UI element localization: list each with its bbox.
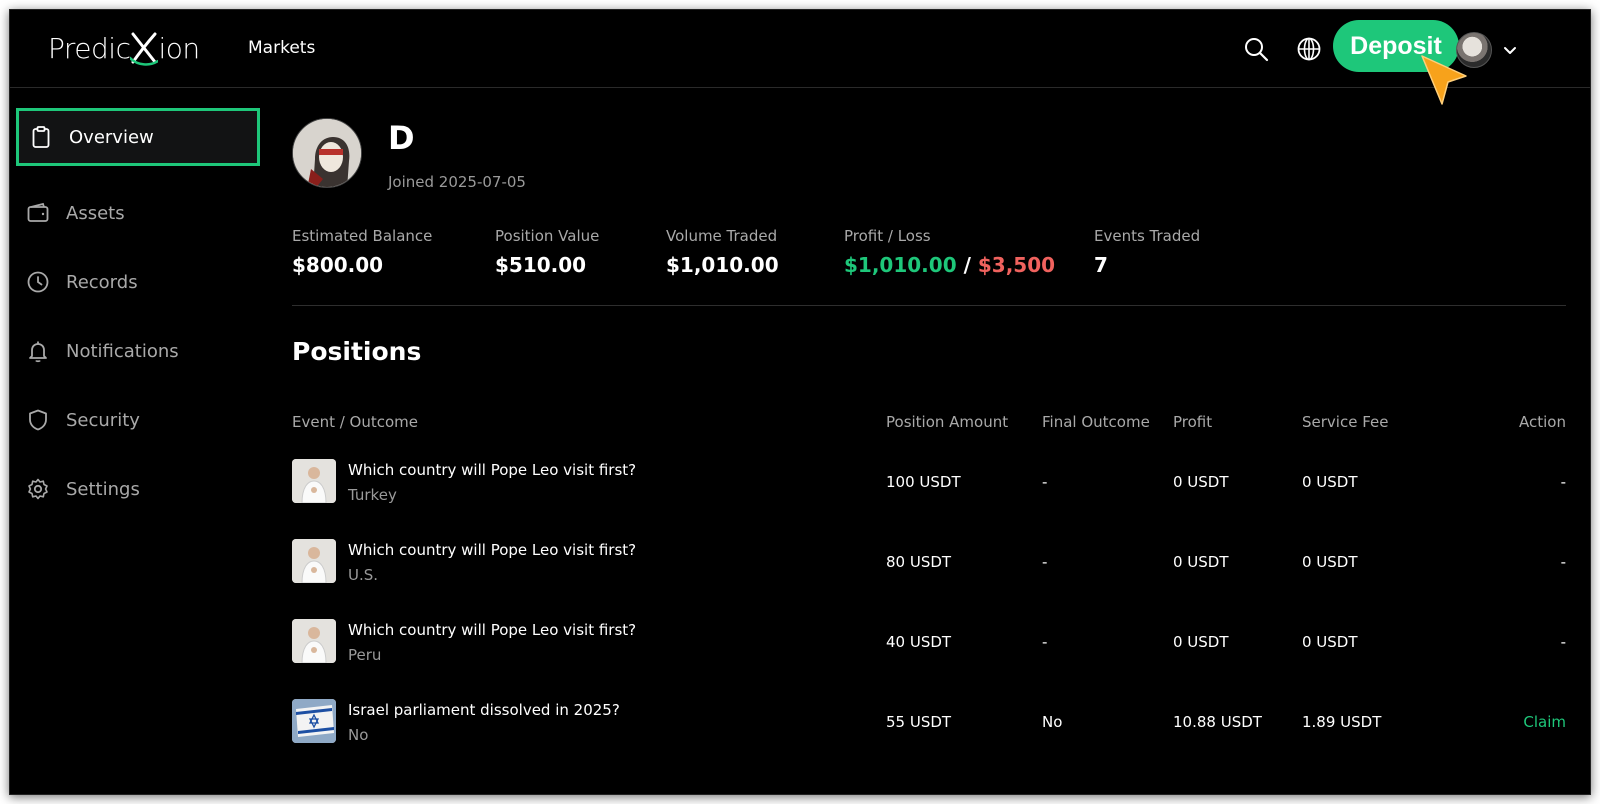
gear-icon <box>28 478 48 500</box>
stat-profit-loss: Profit / Loss $1,010.00 / $3,500 <box>844 227 1055 277</box>
joined-date: Joined 2025-07-05 <box>388 173 526 191</box>
position-amount: 100 USDT <box>886 473 961 491</box>
stat-label: Position Value <box>495 227 600 245</box>
sidebar-item-label: Assets <box>66 202 125 224</box>
event-question[interactable]: Which country will Pope Leo visit first? <box>348 541 636 559</box>
sidebar-item-label: Overview <box>69 126 154 148</box>
sidebar-item-assets[interactable]: Assets <box>16 184 260 242</box>
profit: 0 USDT <box>1173 553 1229 571</box>
action: - <box>1560 553 1566 571</box>
app-window: Predic ion Markets Deposit Overview Asse… <box>9 9 1591 795</box>
profit-value: $1,010.00 <box>844 253 957 277</box>
event-question[interactable]: Israel parliament dissolved in 2025? <box>348 701 620 719</box>
profit: 0 USDT <box>1173 633 1229 651</box>
service-fee: 0 USDT <box>1302 553 1358 571</box>
event-thumbnail-israel-flag <box>292 699 336 743</box>
logo-x-mark <box>129 28 160 68</box>
column-header-action: Action <box>1519 413 1566 431</box>
stat-value: 7 <box>1094 253 1108 277</box>
final-outcome: No <box>1042 713 1063 731</box>
stat-position-value: Position Value $510.00 <box>495 227 599 277</box>
event-thumbnail-pope <box>292 539 336 583</box>
event-question[interactable]: Which country will Pope Leo visit first? <box>348 461 636 479</box>
sidebar-item-settings[interactable]: Settings <box>16 460 260 518</box>
search-icon[interactable] <box>1243 36 1269 62</box>
bell-icon <box>29 341 47 363</box>
main-content: D Joined 2025-07-05 Estimated Balance $8… <box>292 89 1566 794</box>
final-outcome: - <box>1042 473 1048 491</box>
stat-label: Estimated Balance <box>292 227 433 245</box>
chevron-down-icon[interactable] <box>1502 42 1518 58</box>
stat-value: $1,010.00 <box>666 253 779 277</box>
event-question[interactable]: Which country will Pope Leo visit first? <box>348 621 636 639</box>
profit: 0 USDT <box>1173 473 1229 491</box>
logo-text-right: ion <box>158 31 200 65</box>
event-outcome: Turkey <box>348 486 397 504</box>
stat-value: $510.00 <box>495 253 587 277</box>
profit-loss-separator: / <box>963 253 971 277</box>
table-row[interactable]: Which country will Pope Leo visit first?… <box>292 539 1566 619</box>
sidebar-item-label: Records <box>66 271 138 293</box>
service-fee: 0 USDT <box>1302 473 1358 491</box>
stat-label: Profit / Loss <box>844 227 931 245</box>
stat-label: Events Traded <box>1094 227 1201 245</box>
column-header-event: Event / Outcome <box>292 413 419 431</box>
shield-icon <box>29 409 47 431</box>
sidebar: Overview Assets Records Notifications Se… <box>10 89 270 794</box>
stat-value: $800.00 <box>292 253 384 277</box>
top-header: Predic ion Markets Deposit <box>10 10 1590 88</box>
table-row[interactable]: Which country will Pope Leo visit first?… <box>292 459 1566 539</box>
loss-value: $3,500 <box>977 253 1056 277</box>
nav-markets-link[interactable]: Markets <box>248 38 315 58</box>
sidebar-item-label: Security <box>66 409 140 431</box>
column-header-profit: Profit <box>1173 413 1213 431</box>
final-outcome: - <box>1042 553 1048 571</box>
positions-title: Positions <box>292 337 422 366</box>
service-fee: 0 USDT <box>1302 633 1358 651</box>
column-header-amount: Position Amount <box>886 413 1009 431</box>
sidebar-item-label: Settings <box>66 478 140 500</box>
sidebar-item-notifications[interactable]: Notifications <box>16 322 260 380</box>
position-amount: 55 USDT <box>886 713 952 731</box>
claim-button[interactable]: Claim <box>1523 713 1566 731</box>
event-outcome: Peru <box>348 646 382 664</box>
sidebar-item-security[interactable]: Security <box>16 391 260 449</box>
table-row[interactable]: Which country will Pope Leo visit first?… <box>292 619 1566 699</box>
action: - <box>1560 633 1566 651</box>
stat-volume-traded: Volume Traded $1,010.00 <box>666 227 779 277</box>
service-fee: 1.89 USDT <box>1302 713 1382 731</box>
event-thumbnail-pope <box>292 459 336 503</box>
event-outcome: No <box>348 726 369 744</box>
profit: 10.88 USDT <box>1173 713 1262 731</box>
final-outcome: - <box>1042 633 1048 651</box>
sidebar-item-records[interactable]: Records <box>16 253 260 311</box>
sidebar-item-overview[interactable]: Overview <box>16 108 260 166</box>
position-amount: 80 USDT <box>886 553 952 571</box>
logo-text-left: Predic <box>48 31 131 65</box>
profile-name: D <box>388 119 415 157</box>
sidebar-item-label: Notifications <box>66 340 179 362</box>
action: - <box>1560 473 1566 491</box>
event-thumbnail-pope <box>292 619 336 663</box>
divider <box>292 305 1566 306</box>
stat-estimated-balance: Estimated Balance $800.00 <box>292 227 432 277</box>
event-outcome: U.S. <box>348 566 379 584</box>
position-amount: 40 USDT <box>886 633 952 651</box>
stat-label: Volume Traded <box>666 227 778 245</box>
stat-events-traded: Events Traded 7 <box>1094 227 1200 277</box>
clock-icon <box>27 271 49 293</box>
column-header-final-outcome: Final Outcome <box>1042 413 1150 431</box>
profile-avatar <box>292 118 362 188</box>
clipboard-icon <box>32 126 50 148</box>
wallet-icon <box>27 202 49 222</box>
column-header-service-fee: Service Fee <box>1302 413 1389 431</box>
table-row[interactable]: Israel parliament dissolved in 2025? No … <box>292 699 1566 779</box>
stat-value: $1,010.00 / $3,500 <box>844 253 1055 277</box>
globe-icon[interactable] <box>1296 36 1322 62</box>
predicxion-logo[interactable]: Predic ion <box>48 28 200 68</box>
